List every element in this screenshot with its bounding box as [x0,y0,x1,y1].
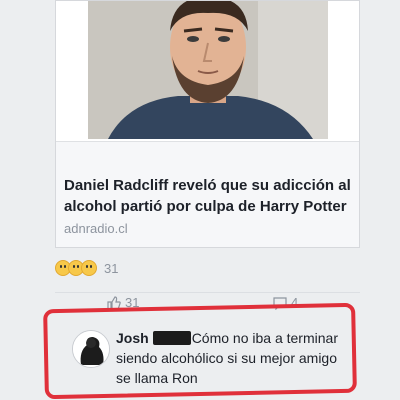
screenshot: Daniel Radcliff reveló que su adicción a… [0,0,400,400]
reactions-count: 31 [104,260,119,276]
red-highlight-frame [43,302,357,400]
article-headline[interactable]: Daniel Radcliff reveló que su adicción a… [64,175,351,217]
link-preview-text: Daniel Radcliff reveló que su adicción a… [56,141,359,247]
reactions-summary[interactable]: 31 [55,259,118,277]
link-preview-card[interactable]: Daniel Radcliff reveló que su adicción a… [55,0,360,248]
article-photo [88,1,328,139]
sad-emoji-icon [81,260,97,276]
article-domain: adnradio.cl [64,221,128,236]
